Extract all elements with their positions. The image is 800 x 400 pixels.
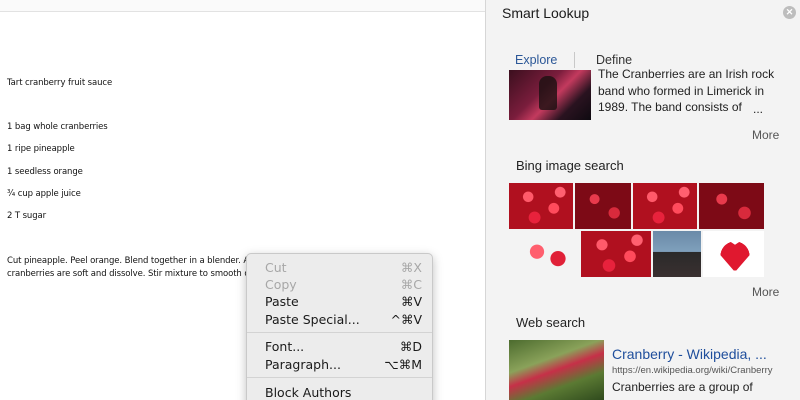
doc-line[interactable]: Cut pineapple. Peel orange. Blend togeth…: [7, 256, 281, 266]
menu-item-label: Block Authors: [265, 385, 352, 400]
menu-item-label: Paste Special...: [265, 312, 360, 327]
bing-more-link[interactable]: More: [752, 285, 779, 299]
smart-lookup-pane: Smart Lookup ✕ Explore Define The Cranbe…: [485, 0, 800, 400]
tab-explore[interactable]: Explore: [515, 53, 557, 67]
web-result-link[interactable]: Cranberry - Wikipedia, ...: [612, 346, 767, 362]
explore-snippet-line: 1989. The band consists of: [598, 100, 742, 114]
web-result-url: https://en.wikipedia.org/wiki/Cranberry: [612, 365, 773, 376]
doc-line[interactable]: 1 ripe pineapple: [7, 144, 75, 154]
menu-item-shortcut: ⌥⌘M: [384, 357, 422, 372]
context-menu: Cut ⌘X Copy ⌘C Paste ⌘V Paste Special...…: [246, 253, 433, 400]
image-thumbnail[interactable]: [653, 231, 701, 277]
menu-item-copy[interactable]: Copy ⌘C: [247, 276, 432, 294]
web-search-heading: Web search: [516, 315, 586, 330]
image-thumbnail[interactable]: [699, 183, 764, 229]
explore-snippet-ellipsis[interactable]: ...: [753, 101, 763, 118]
menu-item-cut[interactable]: Cut ⌘X: [247, 259, 432, 277]
menu-item-label: Cut: [265, 260, 287, 275]
image-thumbnail[interactable]: [509, 231, 579, 277]
image-thumbnail[interactable]: [509, 183, 573, 229]
pane-title: Smart Lookup: [502, 5, 590, 21]
menu-item-shortcut: ⌘V: [400, 294, 422, 309]
image-thumbnail[interactable]: [633, 183, 697, 229]
tab-define[interactable]: Define: [596, 53, 632, 67]
explore-snippet-line: The Cranberries are an Irish rock: [598, 67, 775, 81]
doc-line[interactable]: 2 T sugar: [7, 211, 46, 221]
web-result-thumbnail[interactable]: [509, 340, 604, 400]
doc-line[interactable]: ¾ cup apple juice: [7, 189, 81, 199]
menu-item-block-authors[interactable]: Block Authors: [247, 384, 432, 400]
doc-line[interactable]: cranberries are soft and dissolve. Stir …: [7, 269, 279, 279]
doc-line[interactable]: 1 bag whole cranberries: [7, 122, 108, 132]
explore-snippet-line: band who formed in Limerick in: [598, 84, 765, 98]
image-thumbnail[interactable]: [703, 231, 764, 277]
ruler: [0, 0, 485, 12]
image-thumbnail[interactable]: [581, 231, 651, 277]
tab-divider: [574, 52, 575, 68]
bing-image-heading: Bing image search: [516, 158, 624, 173]
menu-item-font[interactable]: Font... ⌘D: [247, 338, 432, 356]
menu-separator: [247, 332, 432, 333]
menu-item-paste-special[interactable]: Paste Special... ^⌘V: [247, 311, 432, 329]
web-result-snippet: Cranberries are a group of: [612, 380, 753, 394]
band-photo[interactable]: [509, 70, 591, 120]
menu-separator: [247, 377, 432, 378]
menu-item-shortcut: ⌘D: [399, 339, 422, 354]
explore-more-link[interactable]: More: [752, 128, 779, 142]
menu-item-label: Paste: [265, 294, 299, 309]
image-thumbnail[interactable]: [575, 183, 631, 229]
menu-item-label: Font...: [265, 339, 305, 354]
menu-item-paragraph[interactable]: Paragraph... ⌥⌘M: [247, 356, 432, 374]
doc-line[interactable]: Tart cranberry fruit sauce: [7, 78, 112, 88]
menu-item-shortcut: ^⌘V: [390, 312, 422, 327]
menu-item-label: Copy: [265, 277, 297, 292]
doc-line[interactable]: 1 seedless orange: [7, 167, 83, 177]
menu-item-label: Paragraph...: [265, 357, 341, 372]
menu-item-shortcut: ⌘C: [400, 277, 422, 292]
menu-item-shortcut: ⌘X: [400, 260, 422, 275]
menu-item-paste[interactable]: Paste ⌘V: [247, 293, 432, 311]
close-icon[interactable]: ✕: [783, 6, 796, 19]
